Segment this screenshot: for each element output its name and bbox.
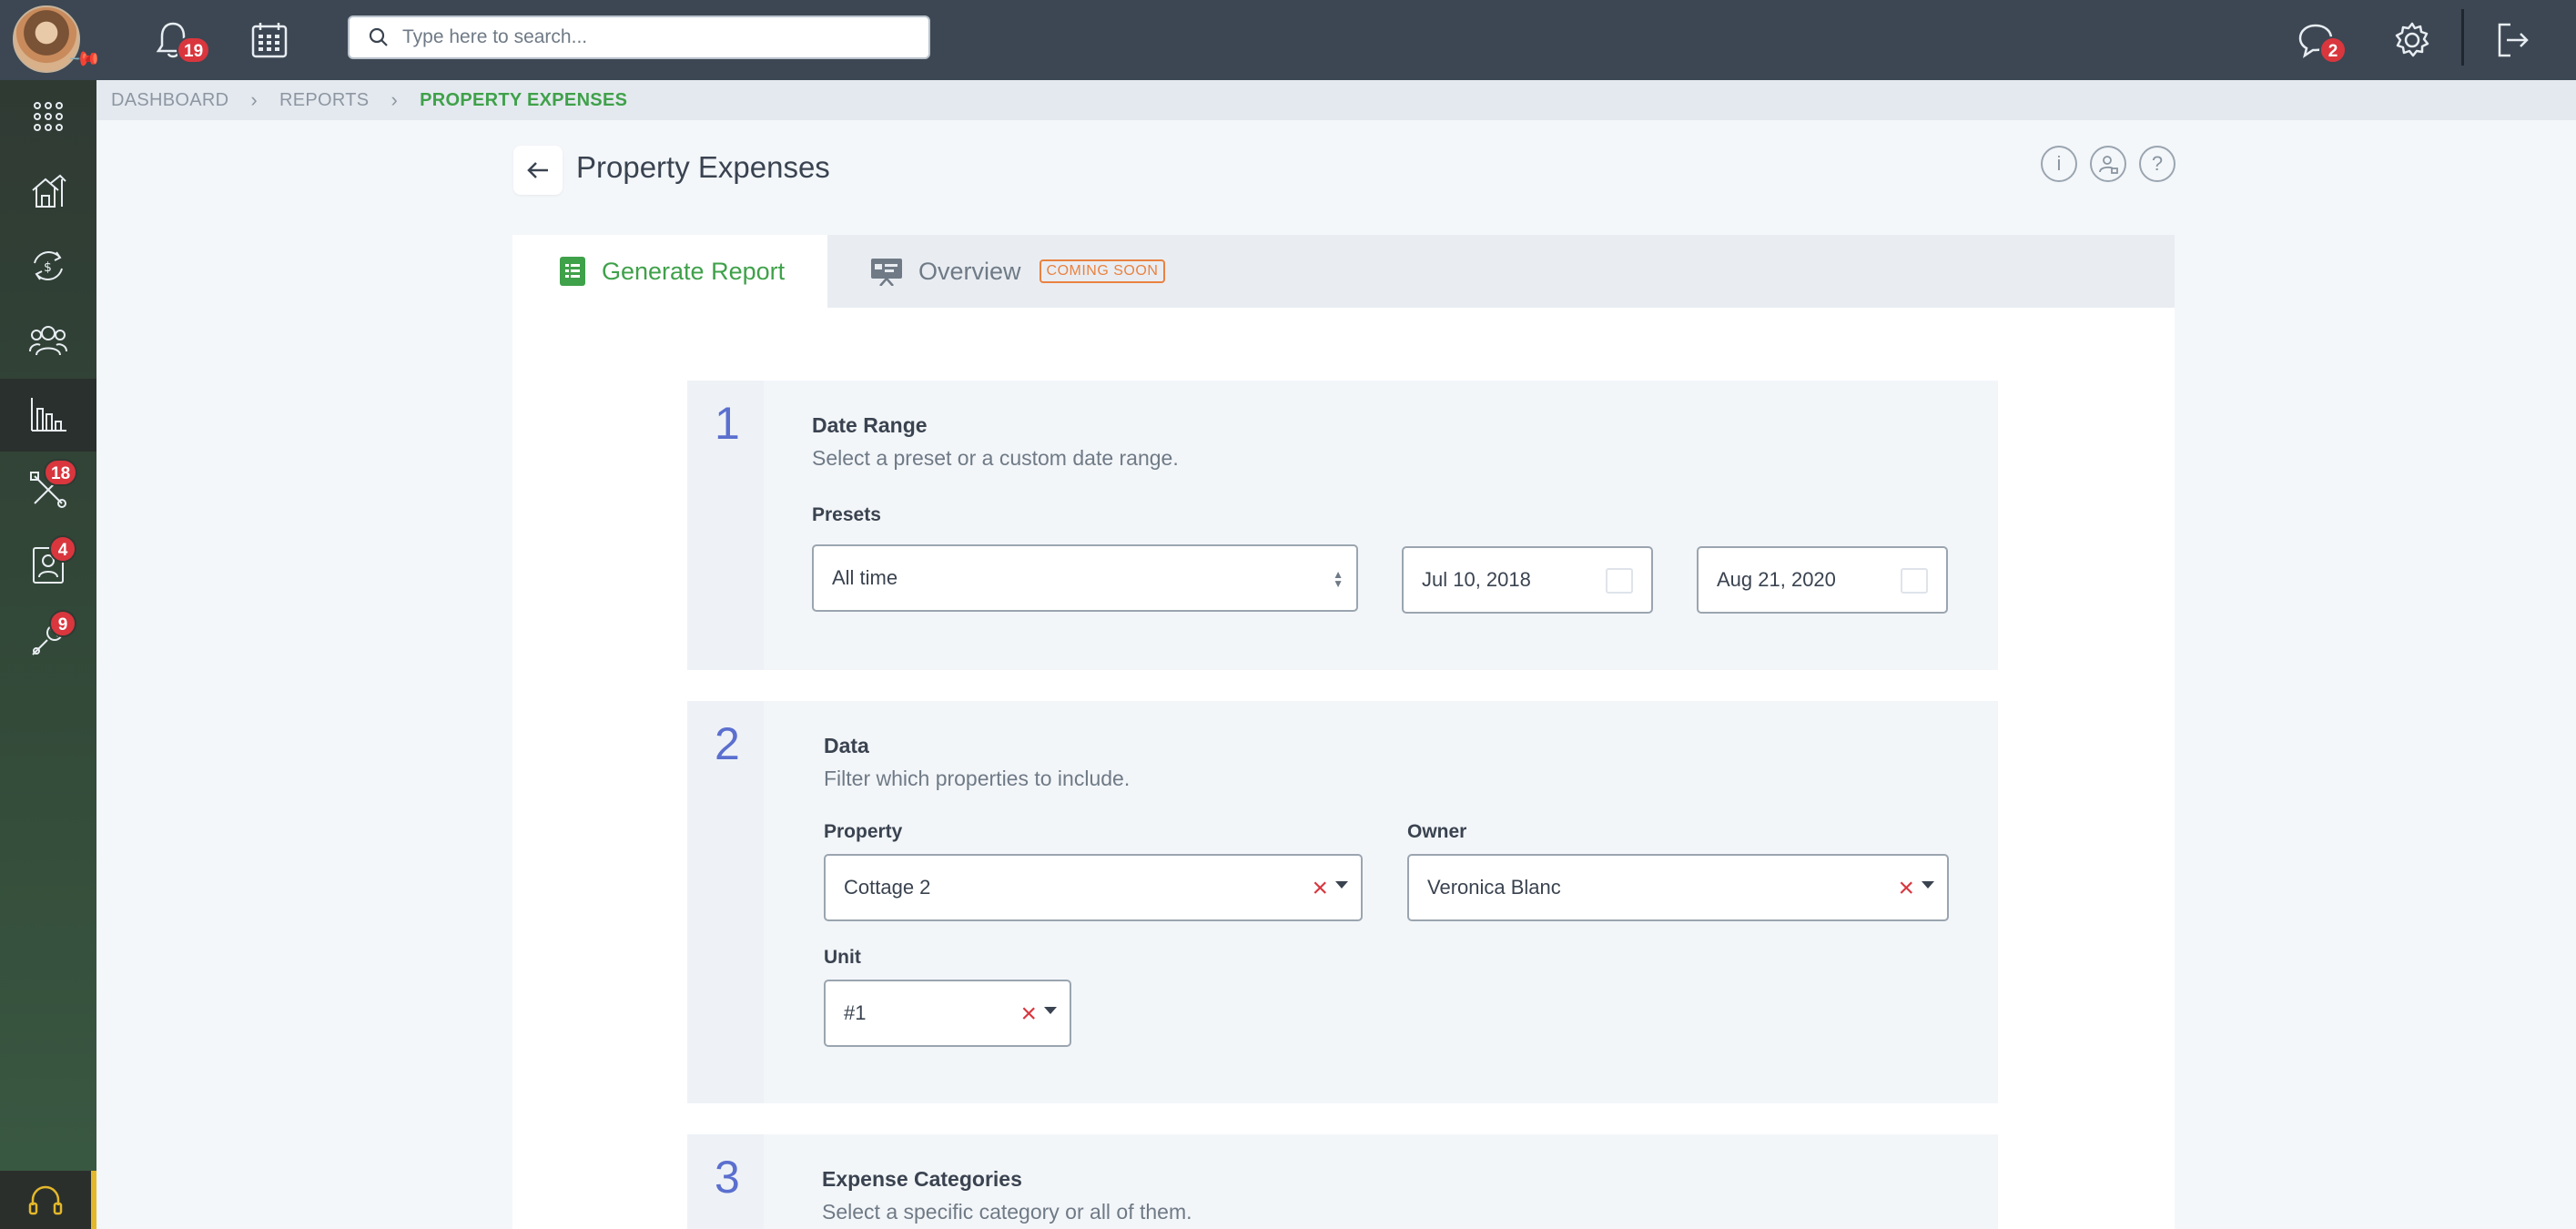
- applicants-badge: 4: [49, 535, 76, 563]
- section-description: Filter which properties to include.: [824, 767, 1131, 790]
- clear-icon[interactable]: ×: [1020, 998, 1037, 1031]
- top-bar: 📌 19 2: [0, 0, 2576, 80]
- gear-icon: [2395, 22, 2429, 57]
- help-icon[interactable]: ?: [2139, 146, 2175, 182]
- section-date-range: 1 Date Range Select a preset or a custom…: [687, 381, 1998, 670]
- property-select[interactable]: Cottage 2 ×: [824, 854, 1363, 921]
- owner-select[interactable]: Veronica Blanc ×: [1407, 854, 1949, 921]
- clear-icon[interactable]: ×: [1898, 872, 1914, 905]
- section-description: Select a preset or a custom date range.: [812, 446, 1179, 470]
- logout-button[interactable]: [2489, 16, 2536, 64]
- owner-value: Veronica Blanc: [1427, 876, 1561, 899]
- breadcrumb: DASHBOARD › REPORTS › PROPERTY EXPENSES: [96, 80, 2576, 120]
- calendar-icon: [1606, 568, 1633, 594]
- property-label: Property: [824, 821, 903, 842]
- sidebar-item-maintenance[interactable]: 9: [0, 603, 96, 675]
- settings-button[interactable]: [2388, 16, 2436, 64]
- search-icon: [369, 27, 388, 46]
- step-number: 3: [715, 1152, 740, 1203]
- sidebar: $ 18 4 9: [0, 80, 96, 1229]
- header-actions: i ?: [2041, 146, 2175, 182]
- step-number: 1: [715, 398, 740, 449]
- section-title: Expense Categories: [822, 1167, 1022, 1191]
- messages-button[interactable]: 2: [2292, 16, 2347, 64]
- section-expense-categories: 3 Expense Categories Select a specific c…: [687, 1134, 1998, 1229]
- sidebar-item-tasks[interactable]: 18: [0, 453, 96, 526]
- report-sheet-icon: [560, 257, 585, 286]
- info-icon[interactable]: i: [2041, 146, 2077, 182]
- presets-select[interactable]: All time ▲ ▼: [812, 544, 1358, 612]
- sort-arrows-icon: ▲ ▼: [1333, 568, 1344, 590]
- logout-icon: [2498, 23, 2529, 57]
- tab-generate-report[interactable]: Generate Report: [512, 235, 827, 308]
- tab-bar: Generate Report Overview COMING SOON: [512, 235, 2175, 308]
- topbar-divider: [2461, 9, 2464, 66]
- caret-down-icon: [1044, 1007, 1057, 1014]
- owner-label: Owner: [1407, 821, 1467, 842]
- chevron-right-icon: ›: [250, 88, 259, 111]
- unit-select[interactable]: #1 ×: [824, 980, 1071, 1047]
- breadcrumb-reports[interactable]: REPORTS: [279, 90, 369, 111]
- reports-icon: [31, 398, 66, 432]
- section-data: 2 Data Filter which properties to includ…: [687, 701, 1998, 1103]
- coming-soon-badge: COMING SOON: [1039, 259, 1166, 283]
- caret-down-icon: [1922, 881, 1934, 889]
- properties-icon: [32, 174, 66, 208]
- back-button[interactable]: [513, 146, 563, 195]
- unit-value: #1: [844, 1001, 867, 1024]
- search-input[interactable]: [402, 26, 912, 48]
- tasks-badge: 18: [44, 459, 78, 486]
- page-title: Property Expenses: [576, 150, 830, 184]
- notifications-badge: 19: [177, 36, 211, 64]
- presentation-icon: [871, 259, 902, 286]
- sidebar-item-people[interactable]: [0, 304, 96, 377]
- breadcrumb-dashboard[interactable]: DASHBOARD: [111, 90, 228, 111]
- presets-value: All time: [832, 566, 898, 589]
- tab-generate-label: Generate Report: [602, 257, 786, 285]
- sidebar-item-applicants[interactable]: 4: [0, 528, 96, 601]
- tab-overview-label: Overview: [918, 257, 1021, 285]
- calendar-icon: [1901, 568, 1928, 594]
- start-date-input[interactable]: Jul 10, 2018: [1402, 546, 1653, 614]
- support-button[interactable]: [0, 1171, 96, 1229]
- sidebar-item-apps[interactable]: [0, 80, 96, 153]
- sidebar-item-accounting[interactable]: $: [0, 229, 96, 302]
- accounting-icon: $: [34, 251, 63, 280]
- apps-grid-icon: [34, 102, 63, 131]
- end-date-input[interactable]: Aug 21, 2020: [1697, 546, 1948, 614]
- start-date-value: Jul 10, 2018: [1422, 568, 1531, 591]
- step-number: 2: [715, 718, 740, 769]
- section-title: Date Range: [812, 413, 928, 437]
- headset-icon: [28, 1185, 63, 1215]
- presets-label: Presets: [812, 504, 881, 525]
- sidebar-item-properties[interactable]: [0, 155, 96, 228]
- maintenance-badge: 9: [49, 610, 76, 637]
- user-avatar[interactable]: [13, 5, 80, 73]
- unit-label: Unit: [824, 947, 861, 968]
- messages-badge: 2: [2319, 36, 2347, 64]
- section-description: Select a specific category or all of the…: [822, 1200, 1192, 1224]
- property-value: Cottage 2: [844, 876, 931, 899]
- arrow-left-icon: [527, 162, 548, 178]
- calendar-button[interactable]: [246, 16, 293, 64]
- clear-icon[interactable]: ×: [1312, 872, 1328, 905]
- chevron-right-icon: ›: [390, 88, 399, 111]
- calendar-icon: [251, 23, 288, 58]
- user-lock-icon[interactable]: [2090, 146, 2126, 182]
- people-icon: [29, 326, 67, 356]
- svg-text:$: $: [44, 260, 52, 275]
- breadcrumb-property-expenses: PROPERTY EXPENSES: [420, 89, 628, 110]
- caret-down-icon: [1335, 881, 1348, 889]
- search-box[interactable]: [348, 15, 930, 59]
- end-date-value: Aug 21, 2020: [1717, 568, 1836, 591]
- notifications-button[interactable]: 19: [149, 16, 211, 64]
- section-title: Data: [824, 734, 869, 757]
- tab-overview[interactable]: Overview COMING SOON: [871, 235, 1166, 308]
- sidebar-item-reports[interactable]: [0, 379, 96, 452]
